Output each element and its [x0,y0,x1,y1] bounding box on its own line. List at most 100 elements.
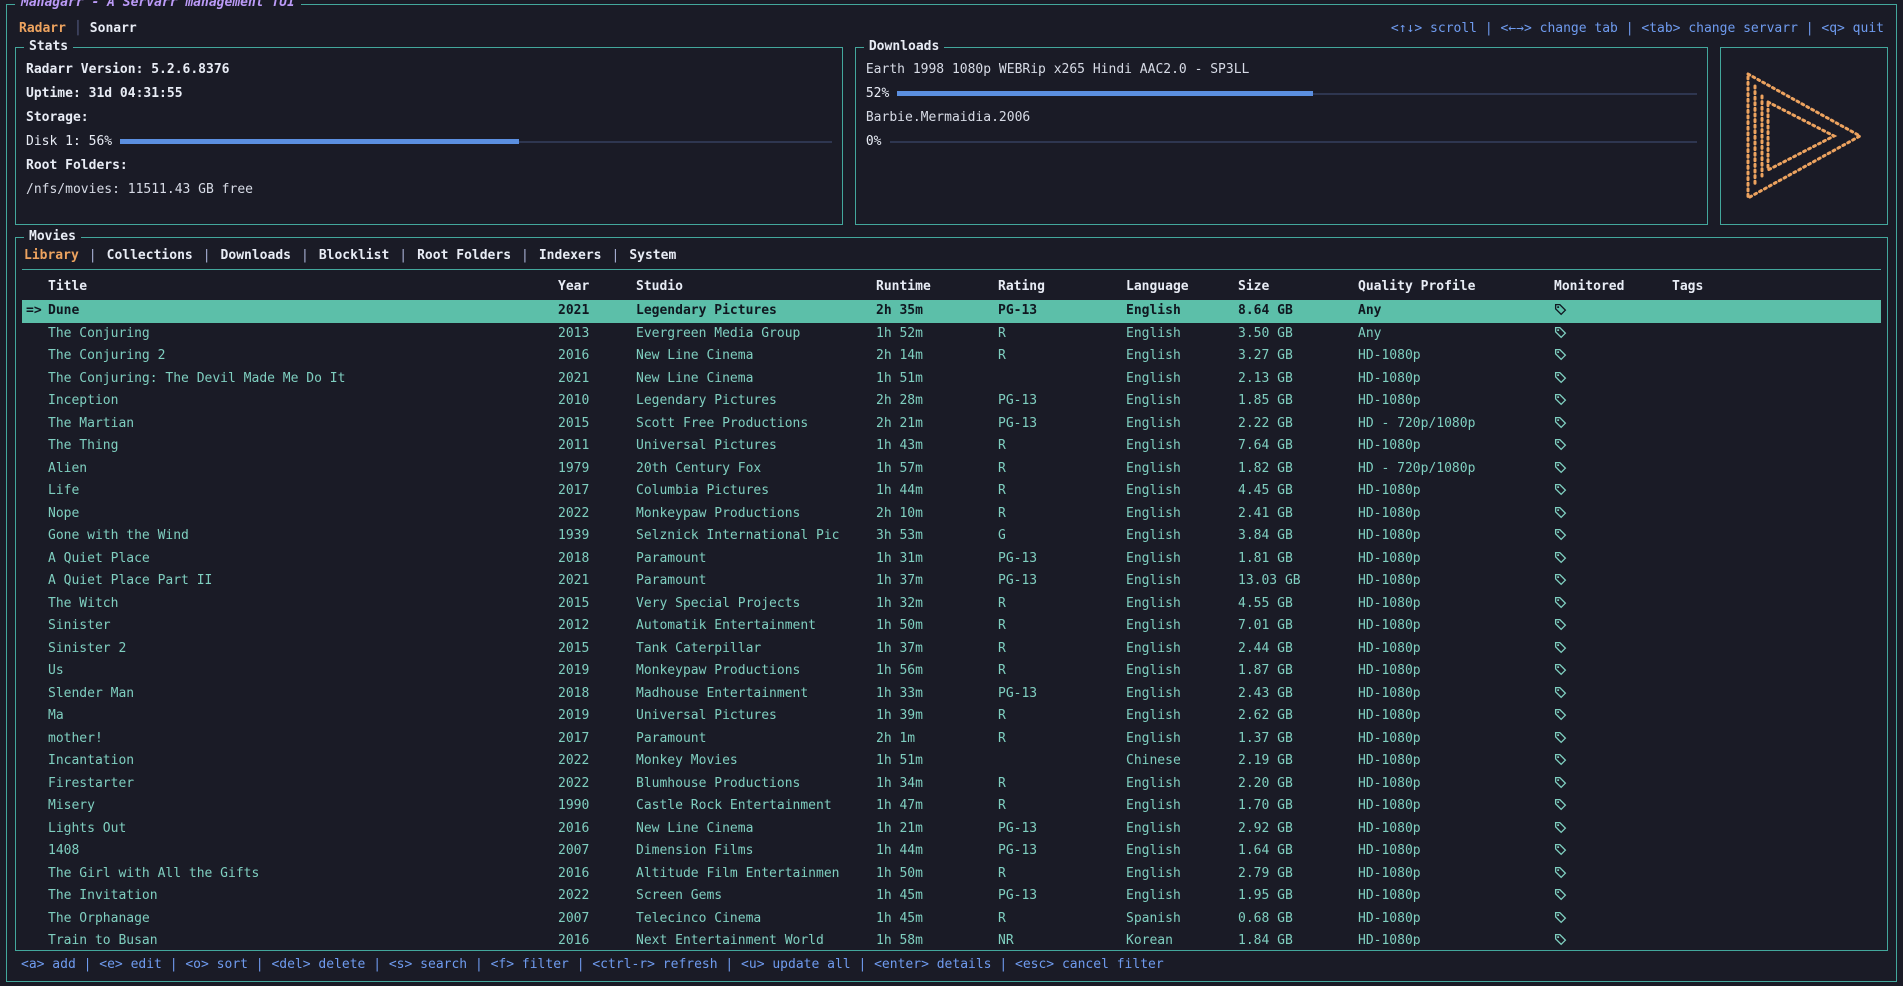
table-row[interactable]: The Conjuring2013Evergreen Media Group1h… [22,323,1881,346]
movies-tab-blocklist[interactable]: Blocklist [319,248,389,263]
app-title: Managarr - A Servarr management TUI [15,0,301,10]
cell-language: English [1126,525,1238,548]
table-row[interactable]: The Conjuring 22016New Line Cinema2h 14m… [22,345,1881,368]
cell-rating: PG-13 [998,885,1126,908]
monitored-tag-icon [1554,686,1567,699]
cell-runtime: 1h 52m [876,323,998,346]
cell-size: 2.41 GB [1238,503,1358,526]
table-row[interactable]: Train to Busan2016Next Entertainment Wor… [22,930,1881,946]
movies-tab-system[interactable]: System [629,248,676,263]
cell-monitored [1554,548,1672,571]
table-row[interactable]: Life2017Columbia Pictures1h 44mREnglish4… [22,480,1881,503]
table-row[interactable]: Sinister2012Automatik Entertainment1h 50… [22,615,1881,638]
download-progress-row: 0% [866,130,1697,154]
cell-quality: HD - 720p/1080p [1358,458,1554,481]
cell-monitored [1554,368,1672,391]
table-row[interactable]: A Quiet Place2018Paramount1h 31mPG-13Eng… [22,548,1881,571]
cell-rating: PG-13 [998,570,1126,593]
movies-tab-separator: | [89,248,97,263]
table-row[interactable]: Lights Out2016New Line Cinema1h 21mPG-13… [22,818,1881,841]
cell-year: 1979 [558,458,636,481]
cell-year: 2022 [558,773,636,796]
cell-rating: R [998,323,1126,346]
cell-title: Firestarter [48,773,558,796]
cell-runtime: 1h 56m [876,660,998,683]
monitored-tag-icon [1554,551,1567,564]
table-row[interactable]: Ma2019Universal Pictures1h 39mREnglish2.… [22,705,1881,728]
table-row[interactable]: Firestarter2022Blumhouse Productions1h 3… [22,773,1881,796]
root-folders-label: Root Folders: [26,154,832,178]
table-row[interactable]: 14082007Dimension Films1h 44mPG-13Englis… [22,840,1881,863]
table-header: Title Year Studio Runtime Rating Languag… [22,272,1881,300]
monitored-tag-icon [1554,731,1567,744]
cell-year: 2021 [558,368,636,391]
table-row[interactable]: Alien197920th Century Fox1h 57mREnglish1… [22,458,1881,481]
cell-runtime: 1h 45m [876,885,998,908]
table-row[interactable]: The Martian2015Scott Free Productions2h … [22,413,1881,436]
cell-language: English [1126,390,1238,413]
table-row[interactable]: The Invitation2022Screen Gems1h 45mPG-13… [22,885,1881,908]
table-row[interactable]: Nope2022Monkeypaw Productions2h 10mREngl… [22,503,1881,526]
cell-title: The Conjuring: The Devil Made Me Do It [48,368,558,391]
table-row[interactable]: The Witch2015Very Special Projects1h 32m… [22,593,1881,616]
movies-tab-library[interactable]: Library [24,248,79,263]
cell-year: 2018 [558,683,636,706]
cell-runtime: 1h 34m [876,773,998,796]
table-row[interactable]: =>Dune2021Legendary Pictures2h 35mPG-13E… [22,300,1881,323]
cell-monitored [1554,480,1672,503]
cell-year: 2011 [558,435,636,458]
movies-tab-collections[interactable]: Collections [107,248,193,263]
table-row[interactable]: mother!2017Paramount2h 1mREnglish1.37 GB… [22,728,1881,751]
column-header-language: Language [1126,279,1238,294]
table-row[interactable]: Incantation2022Monkey Movies1h 51mChines… [22,750,1881,773]
cell-language: Chinese [1126,750,1238,773]
cell-monitored [1554,885,1672,908]
table-row[interactable]: The Girl with All the Gifts2016Altitude … [22,863,1881,886]
cell-year: 2017 [558,480,636,503]
cell-size: 2.13 GB [1238,368,1358,391]
table-row[interactable]: The Thing2011Universal Pictures1h 43mREn… [22,435,1881,458]
cell-year: 2010 [558,390,636,413]
cell-title: The Invitation [48,885,558,908]
table-row[interactable]: A Quiet Place Part II2021Paramount1h 37m… [22,570,1881,593]
table-row[interactable]: The Conjuring: The Devil Made Me Do It20… [22,368,1881,391]
movies-tab-indexers[interactable]: Indexers [539,248,602,263]
cell-runtime: 1h 32m [876,593,998,616]
cell-title: Nope [48,503,558,526]
cell-monitored [1554,750,1672,773]
table-row[interactable]: Sinister 22015Tank Caterpillar1h 37mREng… [22,638,1881,661]
table-row[interactable]: Us2019Monkeypaw Productions1h 56mREnglis… [22,660,1881,683]
uptime: Uptime: 31d 04:31:55 [26,82,832,106]
disk-usage-row: Disk 1: 56% [26,130,832,154]
download-progress-row: 52% [866,82,1697,106]
cell-quality: HD-1080p [1358,660,1554,683]
cell-language: English [1126,728,1238,751]
tab-radarr[interactable]: Radarr [19,21,66,36]
cell-monitored [1554,413,1672,436]
cell-studio: Next Entertainment World [636,930,876,946]
cell-year: 2022 [558,750,636,773]
movies-tab-downloads[interactable]: Downloads [221,248,291,263]
table-row[interactable]: The Orphanage2007Telecinco Cinema1h 45mR… [22,908,1881,931]
monitored-tag-icon [1554,303,1567,316]
table-row[interactable]: Gone with the Wind1939Selznick Internati… [22,525,1881,548]
monitored-tag-icon [1554,866,1567,879]
cell-size: 7.64 GB [1238,435,1358,458]
movies-tab-root-folders[interactable]: Root Folders [417,248,511,263]
cell-language: Korean [1126,930,1238,946]
cell-year: 2022 [558,503,636,526]
cell-title: Misery [48,795,558,818]
cell-language: English [1126,863,1238,886]
cell-size: 2.44 GB [1238,638,1358,661]
table-row[interactable]: Misery1990Castle Rock Entertainment1h 47… [22,795,1881,818]
cell-size: 1.87 GB [1238,660,1358,683]
table-row[interactable]: Slender Man2018Madhouse Entertainment1h … [22,683,1881,706]
cell-language: English [1126,480,1238,503]
cell-runtime: 1h 37m [876,638,998,661]
cell-size: 2.20 GB [1238,773,1358,796]
movies-tab-separator: | [611,248,619,263]
table-row[interactable]: Inception2010Legendary Pictures2h 28mPG-… [22,390,1881,413]
cell-rating: R [998,705,1126,728]
tab-sonarr[interactable]: Sonarr [90,21,137,36]
cell-runtime: 2h 21m [876,413,998,436]
